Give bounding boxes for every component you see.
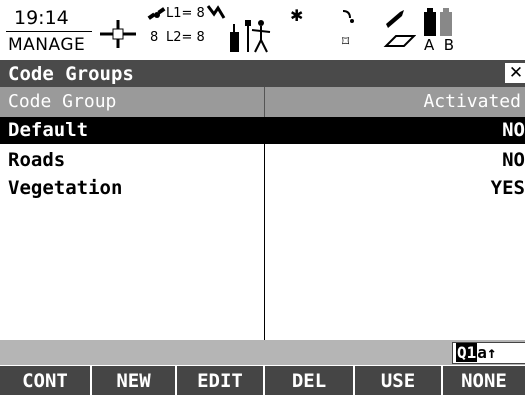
radio-icon: ⌑ bbox=[342, 10, 354, 50]
table-header: Code Group Activated bbox=[0, 87, 525, 117]
none-button[interactable]: NONE bbox=[443, 366, 525, 395]
del-button[interactable]: DEL bbox=[265, 366, 353, 395]
activated-value: NO bbox=[502, 119, 525, 141]
page-title: Code Groups bbox=[8, 63, 134, 85]
cont-button[interactable]: CONT bbox=[0, 366, 90, 395]
clock-box: 19:14 MANAGE bbox=[6, 4, 94, 55]
battery-labels: A B bbox=[424, 36, 455, 54]
code-group-name: Vegetation bbox=[8, 177, 123, 199]
activated-value: NO bbox=[502, 149, 525, 171]
function-key-bar: CONT NEW EDIT DEL USE NONE bbox=[0, 366, 525, 395]
new-button[interactable]: NEW bbox=[92, 366, 175, 395]
crosshair-icon bbox=[100, 20, 136, 48]
title-bar: Code Groups ✕ bbox=[0, 60, 525, 87]
code-group-list: Default NO Roads NO Vegetation YES bbox=[0, 117, 525, 340]
edit-button[interactable]: EDIT bbox=[177, 366, 263, 395]
column-header-code-group[interactable]: Code Group bbox=[8, 91, 116, 112]
bluetooth-icon: ✱ bbox=[290, 6, 304, 25]
code-group-name: Roads bbox=[8, 149, 66, 171]
close-icon[interactable]: ✕ bbox=[505, 63, 525, 83]
l1-count: L1= 8 bbox=[166, 6, 205, 21]
svg-text:⌑: ⌑ bbox=[342, 34, 350, 50]
antenna-icon bbox=[230, 24, 239, 52]
use-button[interactable]: USE bbox=[355, 366, 441, 395]
table-row[interactable]: Vegetation YES bbox=[0, 175, 525, 202]
column-header-activated[interactable]: Activated bbox=[263, 91, 521, 112]
status-bar: 19:14 MANAGE L1= 8 8 L2= 8 ✱ ⌑ A B bbox=[0, 0, 525, 60]
table-row[interactable]: Roads NO bbox=[0, 147, 525, 174]
activated-value: YES bbox=[490, 177, 525, 199]
table-row[interactable]: Default NO bbox=[0, 117, 525, 144]
mode-label: MANAGE bbox=[8, 35, 86, 55]
input-mode-q: Q1 bbox=[456, 343, 478, 362]
code-group-name: Default bbox=[8, 119, 89, 141]
input-mode-rest: a↑ bbox=[477, 343, 497, 362]
pen-icon bbox=[383, 10, 416, 47]
clock: 19:14 bbox=[14, 7, 69, 29]
l2-count: L2= 8 bbox=[166, 30, 205, 45]
signal-icon bbox=[206, 5, 226, 19]
person-icon bbox=[245, 20, 271, 53]
sat-count: 8 bbox=[150, 30, 159, 45]
satellite-icon bbox=[147, 7, 166, 20]
status-strip: Q1a↑ bbox=[0, 340, 525, 365]
clock-divider bbox=[6, 31, 92, 32]
input-mode-indicator: Q1a↑ bbox=[452, 342, 525, 364]
